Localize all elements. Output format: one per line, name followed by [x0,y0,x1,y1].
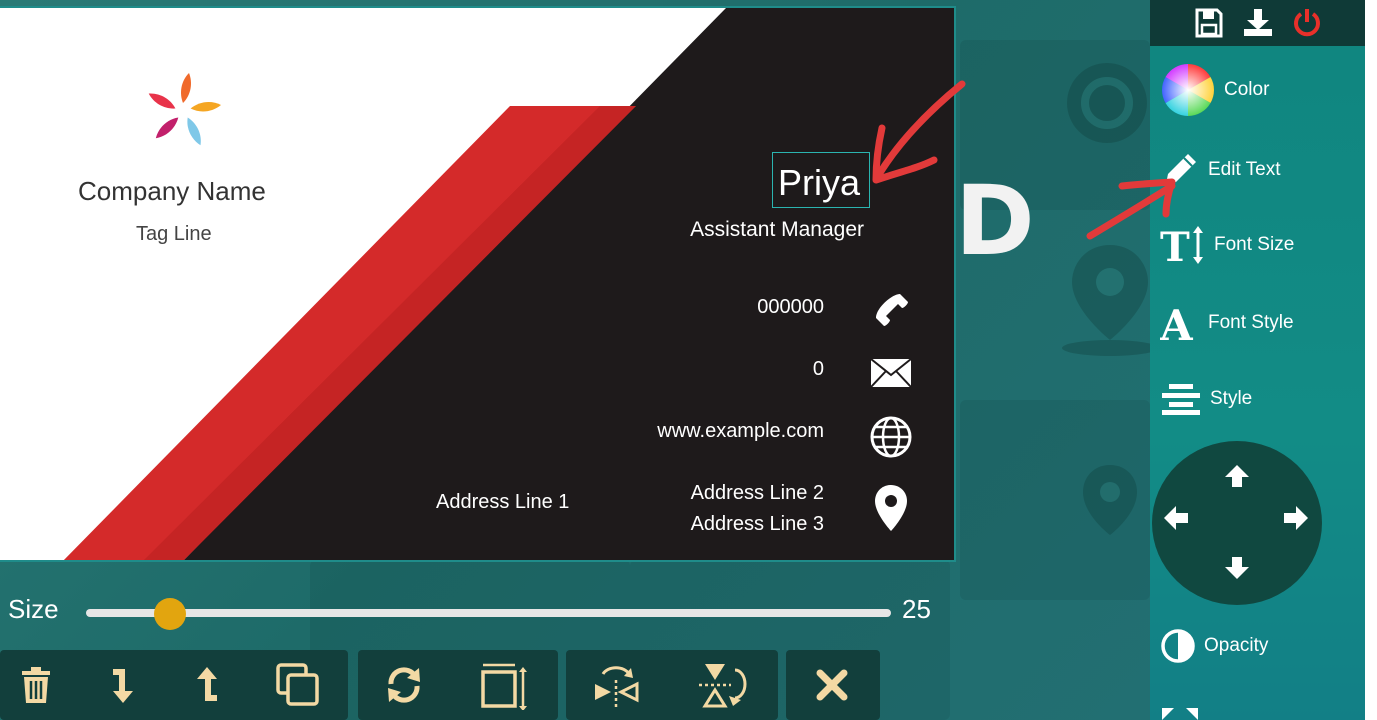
tag-line[interactable]: Tag Line [136,223,212,246]
globe-icon [870,416,912,458]
size-slider-track[interactable] [86,609,891,617]
flip-horizontal-button[interactable] [574,650,658,720]
business-card[interactable]: Company Name Tag Line Priya Assistant Ma… [0,6,956,562]
flip-horizontal-icon [595,666,639,708]
font-size-tool[interactable]: T Font Size [1160,224,1294,266]
company-name[interactable]: Company Name [78,176,266,207]
phone-icon [876,294,908,326]
address-line-1[interactable]: Address Line 1 [436,491,569,514]
window-edge [1365,0,1377,720]
size-value: 25 [902,594,931,624]
svg-text:T: T [1160,224,1190,266]
background-letter: D [955,165,1035,277]
arrow-up-icon[interactable] [1222,463,1252,489]
resize-icon [481,663,527,710]
send-backward-icon [113,669,133,703]
edit-text-label: Edit Text [1208,159,1281,180]
flip-vertical-icon [699,664,747,708]
arrow-left-icon[interactable] [1162,503,1190,533]
periscope-icon [1083,465,1137,535]
arrow-right-icon[interactable] [1282,503,1310,533]
font-style-icon: A [1160,302,1194,344]
size-label: Size [8,594,59,624]
close-icon [816,669,848,701]
color-label: Color [1224,79,1270,100]
font-size-label: Font Size [1214,234,1295,255]
opacity-icon [1161,629,1195,663]
object-toolbar [0,650,900,720]
location-pin-icon [875,485,907,531]
opacity-tool[interactable]: Opacity [1160,628,1268,664]
phone-text[interactable]: 000000 [757,296,824,319]
pinterest-icon [1067,63,1147,143]
delete-button[interactable] [0,650,78,720]
style-label: Style [1210,388,1253,409]
size-control: Size 25 [0,582,950,642]
email-text[interactable]: 0 [813,358,824,381]
flip-vertical-button[interactable] [680,650,764,720]
panel-header [1150,0,1365,46]
bring-forward-button[interactable] [164,650,248,720]
person-name[interactable]: Priya [778,162,860,204]
power-icon[interactable] [1292,7,1322,37]
resize-button[interactable] [462,650,546,720]
rotate-button[interactable] [362,650,446,720]
duplicate-button[interactable] [256,650,340,720]
font-size-icon: T [1160,224,1203,266]
job-title[interactable]: Assistant Manager [690,218,864,242]
website-text[interactable]: www.example.com [657,420,824,443]
size-slider-thumb[interactable] [154,598,186,630]
direction-pad [1152,441,1322,605]
tools-panel: Color Edit Text T Font Size A Font Style [1150,0,1365,720]
download-icon[interactable] [1243,7,1273,37]
address-line-2[interactable]: Address Line 2 [691,482,824,505]
expand-icon[interactable] [1160,704,1200,720]
edit-text-tool[interactable]: Edit Text [1160,150,1281,190]
send-backward-button[interactable] [82,650,166,720]
style-tool[interactable]: Style [1160,382,1252,416]
close-button[interactable] [790,650,874,720]
arrow-down-icon[interactable] [1222,555,1252,581]
company-logo [148,73,221,146]
bring-forward-icon [197,667,217,701]
address-line-3[interactable]: Address Line 3 [691,513,824,536]
opacity-label: Opacity [1204,635,1269,656]
save-icon[interactable] [1195,8,1223,38]
font-style-tool[interactable]: A Font Style [1160,302,1294,344]
trash-icon [22,667,50,703]
pencil-icon [1166,154,1196,184]
color-tool[interactable]: Color [1160,62,1269,118]
color-wheel-icon [1162,64,1214,116]
font-style-label: Font Style [1208,312,1294,333]
location-pin-icon [1062,245,1150,356]
align-center-icon [1162,384,1200,415]
envelope-icon [870,358,912,388]
duplicate-icon [276,663,319,706]
rotate-icon [388,667,420,703]
svg-text:A: A [1160,302,1194,344]
